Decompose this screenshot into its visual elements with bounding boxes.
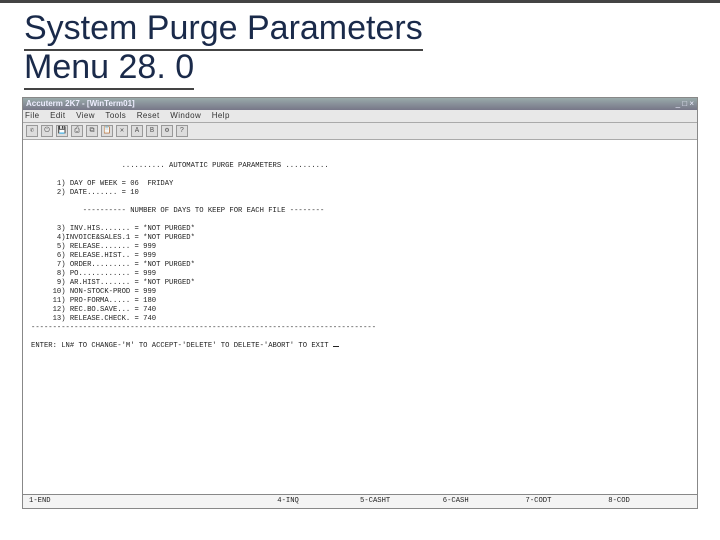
copy-icon[interactable]: ⧉: [86, 125, 98, 137]
clear-icon[interactable]: ✕: [116, 125, 128, 137]
window-menubar: File Edit View Tools Reset Window Help: [23, 110, 697, 123]
menu-file[interactable]: File: [25, 111, 40, 120]
param-line: 8) PO............ = 999: [57, 270, 156, 278]
fkey-blank: [112, 497, 195, 506]
slide-title: System Purge Parameters Menu 28. 0: [0, 0, 720, 91]
paste-icon[interactable]: 📋: [101, 125, 113, 137]
function-key-row: 1-END 4-INQ 5-CASHT 6-CASH 7-CODT 8-COD: [23, 494, 697, 508]
param-line: 9) AR.HIST....... = *NOT PURGED*: [57, 279, 195, 287]
banner-text: .......... AUTOMATIC PURGE PARAMETERS ..…: [122, 162, 329, 170]
param-line: 11) PRO-FORMA..... = 180: [53, 297, 157, 305]
param-line: 10) NON-STOCK-PROD = 999: [53, 288, 157, 296]
window-controls[interactable]: _ □ ×: [676, 99, 694, 109]
cursor[interactable]: [333, 346, 339, 347]
menu-window[interactable]: Window: [170, 111, 201, 120]
slide-title-line2: Menu 28. 0: [24, 48, 194, 86]
fkey-1[interactable]: 1-END: [29, 497, 112, 506]
print-icon[interactable]: ⎙: [71, 125, 83, 137]
param-line: 7) ORDER......... = *NOT PURGED*: [57, 261, 195, 269]
b-icon[interactable]: B: [146, 125, 158, 137]
prompt-line: ENTER: LN# TO CHANGE-'M' TO ACCEPT-'DELE…: [31, 342, 339, 350]
fkey-7[interactable]: 7-CODT: [526, 497, 609, 506]
param-line: 12) REC.BO.SAVE... = 740: [53, 306, 157, 314]
divider: ----------------------------------------…: [31, 324, 376, 332]
save-icon[interactable]: 💾: [56, 125, 68, 137]
help-icon[interactable]: ?: [176, 125, 188, 137]
blank-line: [31, 153, 35, 161]
window-title: Accuterm 2K7 - [WinTerm01]: [26, 99, 135, 109]
terminal-window: Accuterm 2K7 - [WinTerm01] _ □ × File Ed…: [22, 97, 698, 509]
menu-reset[interactable]: Reset: [137, 111, 160, 120]
slide-title-line1: System Purge Parameters: [24, 9, 423, 47]
param-line: 6) RELEASE.HIST.. = 999: [57, 252, 156, 260]
param-line: 4)INVOICE&SALES.1 = *NOT PURGED*: [57, 234, 195, 242]
fkey-4[interactable]: 4-INQ: [277, 497, 360, 506]
settings-icon[interactable]: ⚙: [161, 125, 173, 137]
menu-view[interactable]: View: [76, 111, 95, 120]
param-line: 1) DAY OF WEEK = 06 FRIDAY: [57, 180, 173, 188]
window-titlebar: Accuterm 2K7 - [WinTerm01] _ □ ×: [23, 98, 697, 110]
prompt-text: ENTER: LN# TO CHANGE-'M' TO ACCEPT-'DELE…: [31, 342, 333, 350]
subheader: ---------- NUMBER OF DAYS TO KEEP FOR EA…: [83, 207, 325, 215]
menu-edit[interactable]: Edit: [50, 111, 65, 120]
fkey-blank: [195, 497, 278, 506]
menu-help[interactable]: Help: [212, 111, 230, 120]
disconnect-icon[interactable]: ⏻: [41, 125, 53, 137]
fkey-5[interactable]: 5-CASHT: [360, 497, 443, 506]
param-line: 13) RELEASE.CHECK. = 740: [53, 315, 157, 323]
fkey-6[interactable]: 6-CASH: [443, 497, 526, 506]
param-line: 3) INV.HIS....... = *NOT PURGED*: [57, 225, 195, 233]
terminal-body[interactable]: .......... AUTOMATIC PURGE PARAMETERS ..…: [23, 140, 697, 494]
a-icon[interactable]: A: [131, 125, 143, 137]
connect-icon[interactable]: ✆: [26, 125, 38, 137]
param-line: 2) DATE....... = 10: [57, 189, 139, 197]
window-toolbar: ✆ ⏻ 💾 ⎙ ⧉ 📋 ✕ A B ⚙ ?: [23, 123, 697, 140]
fkey-8[interactable]: 8-COD: [608, 497, 691, 506]
menu-tools[interactable]: Tools: [105, 111, 126, 120]
param-line: 5) RELEASE....... = 999: [57, 243, 156, 251]
